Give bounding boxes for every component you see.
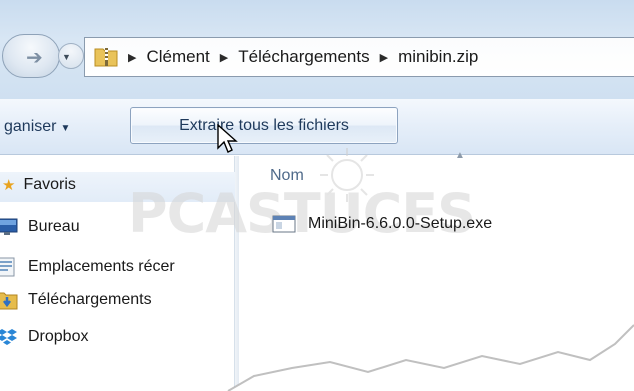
- star-icon: ★: [2, 177, 16, 194]
- desktop-icon: [0, 218, 18, 235]
- file-name: MiniBin-6.6.0.0-Setup.exe: [308, 215, 493, 232]
- back-arrow-icon: ➔: [26, 47, 43, 69]
- breadcrumb-clement[interactable]: Clément: [146, 47, 209, 67]
- extract-all-button[interactable]: Extraire tous les fichiers: [130, 107, 398, 144]
- downloads-folder-icon: [0, 292, 18, 310]
- nav-item-label: Téléchargements: [28, 291, 152, 308]
- breadcrumb-separator-icon[interactable]: ▶: [220, 51, 228, 64]
- breadcrumb-minibin-zip[interactable]: minibin.zip: [398, 47, 478, 67]
- organize-label: ganiser: [4, 118, 57, 135]
- mouse-cursor-icon: [217, 124, 238, 153]
- zip-folder-icon: [94, 48, 118, 67]
- nav-item-label: Dropbox: [28, 328, 89, 345]
- chevron-down-icon: ▼: [60, 123, 71, 134]
- explorer-window: ➔ ▼ ▶ Clément ▶ Téléchargements ▶ minibi…: [0, 0, 634, 391]
- file-row[interactable]: MiniBin-6.6.0.0-Setup.exe: [272, 214, 492, 234]
- nav-item-downloads[interactable]: Téléchargements: [0, 290, 152, 310]
- recent-pages-dropdown-icon[interactable]: ▼: [62, 52, 71, 62]
- nav-item-recent-places[interactable]: Emplacements récer: [0, 257, 175, 277]
- breadcrumb-separator-icon[interactable]: ▶: [128, 51, 136, 64]
- nav-item-dropbox[interactable]: Dropbox: [0, 327, 89, 347]
- watermark-sun-icon: [320, 148, 374, 202]
- breadcrumb: ▶ Clément ▶ Téléchargements ▶ minibin.zi…: [128, 47, 478, 67]
- organize-button[interactable]: ganiser ▼: [4, 118, 70, 136]
- nav-item-label: Favoris: [23, 176, 76, 193]
- exe-file-icon: [272, 215, 296, 233]
- breadcrumb-separator-icon[interactable]: ▶: [380, 51, 388, 64]
- nav-item-favorites[interactable]: ★ Favoris: [2, 176, 76, 194]
- dropbox-icon: [0, 329, 17, 345]
- nav-item-label: Bureau: [28, 218, 80, 235]
- sort-ascending-icon: ▲: [455, 150, 465, 161]
- nav-item-desktop[interactable]: Bureau: [0, 217, 80, 237]
- recent-places-icon: [0, 257, 15, 277]
- nav-item-label: Emplacements récer: [28, 258, 175, 275]
- breadcrumb-telechargements[interactable]: Téléchargements: [238, 47, 369, 67]
